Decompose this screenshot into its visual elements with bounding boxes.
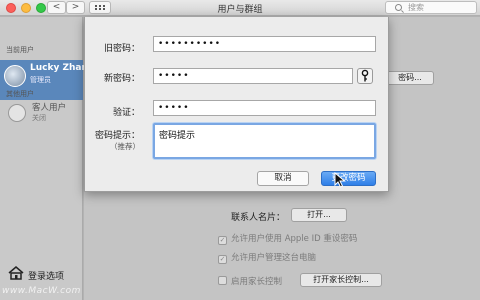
back-button[interactable]: <: [47, 1, 66, 14]
guest-avatar-icon: [8, 104, 26, 122]
guest-user-status: 关闭: [32, 114, 46, 122]
checkbox-parental-controls[interactable]: 启用家长控制: [218, 275, 282, 287]
minimize-window-button[interactable]: [21, 3, 31, 13]
login-options-item[interactable]: 登录选项: [28, 269, 64, 282]
close-window-button[interactable]: [6, 3, 16, 13]
search-placeholder: 搜索: [408, 3, 424, 12]
mouse-cursor-icon: [334, 172, 346, 188]
checkbox-icon: ✓: [218, 236, 227, 245]
search-icon: [395, 4, 402, 11]
change-password-dialog: 旧密码： •••••••••• 新密码： ••••• 验证： ••••• 密码提…: [84, 17, 389, 192]
contact-card-label: 联系人名片：: [231, 213, 286, 223]
forward-button[interactable]: >: [66, 1, 85, 14]
change-password-button[interactable]: 密码...: [386, 71, 434, 85]
window-title: 用户与群组: [217, 5, 263, 15]
key-icon: [361, 69, 369, 82]
zoom-window-button[interactable]: [36, 3, 46, 13]
hint-label: 密码提示：: [94, 131, 140, 141]
old-password-label: 旧密码：: [103, 44, 140, 54]
title-bar: < > 用户与群组 搜索: [0, 0, 480, 16]
hint-recommended-label: （推荐）: [110, 142, 140, 151]
password-assistant-button[interactable]: [357, 68, 373, 84]
other-users-header: 其他用户: [6, 90, 34, 98]
current-users-header: 当前用户: [6, 46, 34, 54]
show-all-grid-icon[interactable]: [89, 1, 111, 14]
verify-password-field[interactable]: •••••: [153, 100, 376, 116]
open-contact-card-button[interactable]: 打开...: [291, 208, 347, 222]
checkbox-label-parental: 启用家长控制: [231, 277, 283, 287]
checkbox-icon: [218, 276, 227, 285]
current-user-role: 管理员: [30, 76, 51, 84]
sidebar: 当前用户 Lucky Zhan 管理员 其他用户 客人用户 关闭 登录选项: [0, 17, 88, 300]
checkbox-icon: ✓: [218, 255, 227, 264]
checkbox-admin[interactable]: ✓ 允许用户管理这台电脑: [218, 251, 316, 264]
user-avatar: [4, 65, 26, 87]
open-parental-controls-button[interactable]: 打开家长控制...: [300, 273, 382, 287]
checkbox-reset-with-apple-id[interactable]: ✓ 允许用户使用 Apple ID 重设密码: [218, 232, 357, 245]
search-input[interactable]: 搜索: [385, 1, 477, 14]
watermark: www.MacW.com: [2, 286, 81, 296]
verify-label: 验证：: [112, 108, 140, 118]
new-password-label: 新密码：: [103, 74, 140, 84]
old-password-field[interactable]: ••••••••••: [153, 36, 376, 52]
cancel-button[interactable]: 取消: [257, 171, 309, 186]
password-hint-field[interactable]: 密码提示: [153, 123, 376, 159]
new-password-field[interactable]: •••••: [153, 68, 353, 84]
house-icon: [8, 266, 24, 280]
change-password-confirm-button[interactable]: 更改密码: [321, 171, 376, 186]
checkbox-label-apple-id: 允许用户使用 Apple ID 重设密码: [231, 234, 358, 244]
checkbox-label-admin: 允许用户管理这台电脑: [231, 253, 317, 263]
